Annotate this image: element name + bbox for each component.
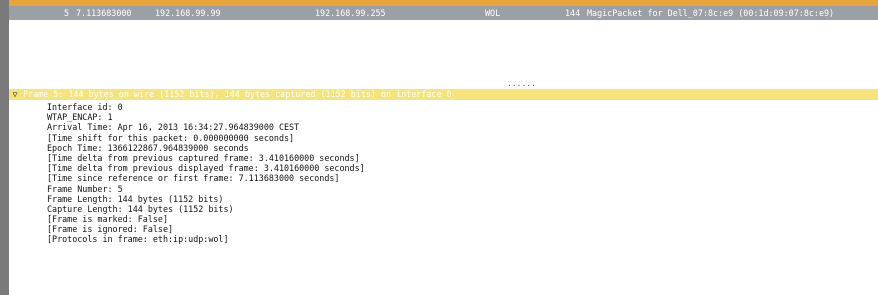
- collapse-triangle-icon[interactable]: ▽: [10, 89, 20, 100]
- splitter-grip[interactable]: ......: [507, 79, 536, 88]
- field-delta-captured[interactable]: [Time delta from previous captured frame…: [47, 153, 365, 163]
- field-arrival-time[interactable]: Arrival Time: Apr 16, 2013 16:34:27.9648…: [47, 122, 365, 132]
- window-left-border: [0, 0, 9, 295]
- packet-info: MagicPacket for Dell_07:8c:e9 (00:1d:09:…: [587, 8, 835, 18]
- field-protocols[interactable]: [Protocols in frame: eth:ip:udp:wol]: [47, 234, 365, 244]
- packet-list-pane[interactable]: 5 7.113683000 192.168.99.99 192.168.99.2…: [9, 6, 878, 82]
- field-delta-displayed[interactable]: [Time delta from previous displayed fram…: [47, 163, 365, 173]
- field-frame-number[interactable]: Frame Number: 5: [47, 184, 365, 194]
- packet-time: 7.113683000: [76, 8, 132, 18]
- wireshark-window: 5 7.113683000 192.168.99.99 192.168.99.2…: [0, 0, 878, 295]
- field-wtap-encap[interactable]: WTAP_ENCAP: 1: [47, 112, 365, 122]
- field-interface-id[interactable]: Interface id: 0: [47, 102, 365, 112]
- field-frame-ignored[interactable]: [Frame is ignored: False]: [47, 224, 365, 234]
- packet-destination: 192.168.99.255: [315, 8, 386, 18]
- frame-tree-node[interactable]: ▽ Frame 5: 144 bytes on wire (1152 bits)…: [9, 89, 878, 100]
- field-epoch-time[interactable]: Epoch Time: 1366122867.964839000 seconds: [47, 143, 365, 153]
- field-capture-length[interactable]: Capture Length: 144 bytes (1152 bits): [47, 204, 365, 214]
- pane-splitter[interactable]: ......: [9, 79, 878, 89]
- frame-summary: Frame 5: 144 bytes on wire (1152 bits), …: [23, 89, 452, 99]
- packet-source: 192.168.99.99: [155, 8, 221, 18]
- field-time-shift[interactable]: [Time shift for this packet: 0.000000000…: [47, 133, 365, 143]
- field-frame-length[interactable]: Frame Length: 144 bytes (1152 bits): [47, 194, 365, 204]
- packet-no: 5: [64, 8, 70, 18]
- field-time-since-reference[interactable]: [Time since reference or first frame: 7.…: [47, 173, 365, 183]
- field-frame-marked[interactable]: [Frame is marked: False]: [47, 214, 365, 224]
- packet-row-selected[interactable]: 5 7.113683000 192.168.99.99 192.168.99.2…: [9, 6, 878, 20]
- frame-fields: Interface id: 0 WTAP_ENCAP: 1 Arrival Ti…: [47, 102, 365, 245]
- packet-details-pane[interactable]: ▽ Frame 5: 144 bytes on wire (1152 bits)…: [9, 89, 878, 295]
- packet-protocol: WOL: [485, 8, 501, 18]
- packet-length: 144: [565, 8, 581, 18]
